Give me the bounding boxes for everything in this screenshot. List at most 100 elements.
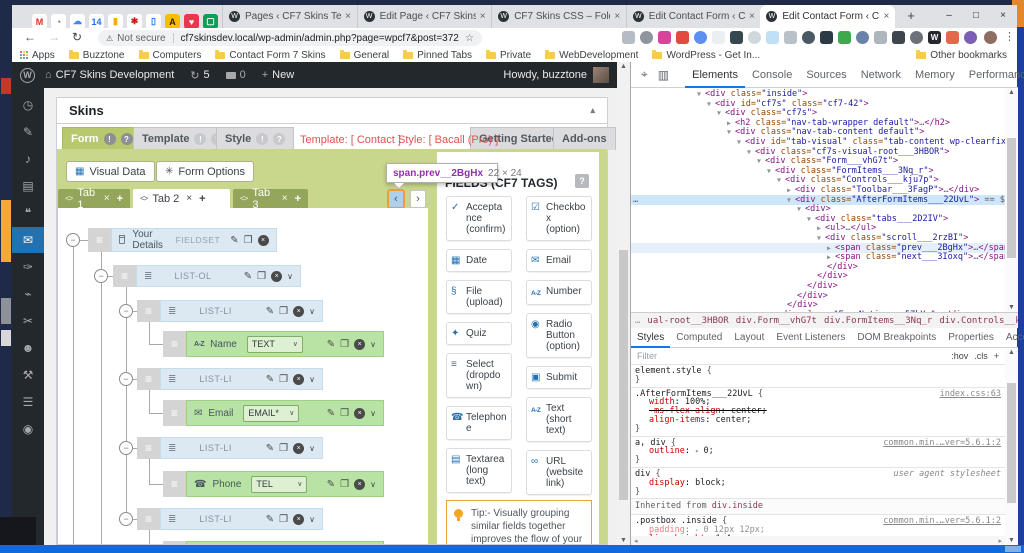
duplicate-icon[interactable]: ❐: [244, 235, 253, 246]
pinned-tab-analytics-icon[interactable]: ▮: [108, 14, 123, 29]
gray-grid-icon[interactable]: [784, 31, 797, 44]
not-secure-label[interactable]: Not secure: [117, 33, 165, 44]
badge-?[interactable]: ?: [273, 133, 285, 145]
dark-ring-icon[interactable]: [910, 31, 923, 44]
sidebar-item-posts[interactable]: ✎: [12, 119, 44, 145]
duplicate-icon[interactable]: ❐: [257, 271, 266, 282]
red-extension-icon[interactable]: [676, 31, 689, 44]
list-bar[interactable]: ≣LIST-OL✎❐×∨: [136, 265, 301, 287]
field-bar[interactable]: A-ZNameTEXT∨✎❐×∨: [186, 331, 384, 357]
devtools-tab-elements[interactable]: Elements: [685, 62, 745, 88]
sidebar-item-plugins[interactable]: ⌁: [12, 281, 44, 307]
eyedropper-icon[interactable]: [820, 31, 833, 44]
field-button-checkbox[interactable]: ☑Checkbox (option): [526, 196, 592, 241]
field-button-submit[interactable]: ▣Submit: [526, 366, 592, 389]
clock-ext-icon[interactable]: [892, 31, 905, 44]
admin-bar-account[interactable]: Howdy, buzztone: [503, 67, 617, 83]
pinned-tab-heart-app-icon[interactable]: ♥: [184, 14, 199, 29]
drag-handle[interactable]: ≡: [137, 300, 160, 322]
blue-panel-icon[interactable]: [694, 31, 707, 44]
field-button-select[interactable]: ≡Select (dropdown): [446, 353, 512, 398]
field-button-quiz[interactable]: ✦Quiz: [446, 322, 512, 345]
badge-![interactable]: !: [194, 133, 206, 145]
drag-handle[interactable]: ≡: [163, 331, 186, 357]
tree-row[interactable]: ≡≣LIST-LI✎❐×∨: [137, 437, 323, 459]
field-button-telephone[interactable]: ☎Telephone: [446, 406, 512, 440]
field-button-text[interactable]: A-ZText (short text): [526, 397, 592, 442]
tree-row[interactable]: ≡≣LIST-LI✎❐×∨: [137, 300, 323, 322]
sidebar-item-settings[interactable]: ☰: [12, 389, 44, 415]
filter-input[interactable]: [637, 351, 951, 361]
forward-button[interactable]: →: [48, 30, 60, 44]
privacy-shield-icon[interactable]: [622, 31, 635, 44]
dom-node-line[interactable]: ▶<h2 class="nav-tab-wrapper default">…</…: [631, 118, 1005, 128]
stylesheet-link[interactable]: common.min.…ver=5.6.1:2: [883, 517, 1001, 526]
sidebar-item-media[interactable]: ♪: [12, 146, 44, 172]
styles-hscrollbar[interactable]: ◂▸: [631, 536, 1005, 545]
tab-add-icon[interactable]: +: [117, 193, 123, 205]
devtools-tab-memory[interactable]: Memory: [908, 62, 962, 88]
duplicate-icon[interactable]: ❐: [340, 408, 349, 419]
edit-icon[interactable]: ✎: [266, 443, 274, 454]
styles-tab-styles[interactable]: Styles: [631, 328, 670, 348]
collapse-node[interactable]: −: [119, 372, 133, 386]
styles-tab-layout[interactable]: Layout: [728, 328, 770, 348]
close-button[interactable]: ×: [994, 8, 1012, 24]
other-bookmarks[interactable]: Other bookmarks: [916, 50, 1007, 61]
green-frame-icon[interactable]: [838, 31, 851, 44]
drag-handle[interactable]: ≡: [137, 368, 160, 390]
list-bar[interactable]: ≣LIST-LI✎❐×∨: [160, 300, 323, 322]
tree-row[interactable]: ≡≣LIST-LI✎❐×∨: [137, 368, 323, 390]
snowflake-icon[interactable]: [766, 31, 779, 44]
gray-ring-icon[interactable]: [748, 31, 761, 44]
badge-?[interactable]: ?: [121, 133, 133, 145]
chevron-down-icon[interactable]: ∨: [370, 409, 376, 418]
dom-node-line[interactable]: ▼<div class="cf7s-visual-root___3HBOR">: [631, 147, 1005, 157]
field-button-date[interactable]: ▦Date: [446, 249, 512, 272]
collapse-node[interactable]: −: [66, 233, 80, 247]
sidebar-item-dashboard[interactable]: ◷: [12, 92, 44, 118]
pinned-tab-gmail-icon[interactable]: M: [32, 14, 47, 29]
maximize-button[interactable]: □: [967, 8, 985, 24]
styles-toggle-hov[interactable]: :hov: [951, 351, 968, 361]
dom-node-line[interactable]: ▼<div class="nav-tab-content default">: [631, 127, 1005, 137]
stylesheet-link[interactable]: user agent stylesheet: [894, 470, 1001, 479]
tab-form[interactable]: Form!?: [62, 127, 142, 150]
magnifier-icon[interactable]: [712, 31, 725, 44]
list-bar[interactable]: ≣LIST-LI✎❐×∨: [160, 368, 323, 390]
tree-row[interactable]: ≡Your DetailsFIELDSET✎❐×: [88, 228, 268, 252]
chevron-down-icon[interactable]: ∨: [309, 307, 315, 316]
bookmark-folder[interactable]: General: [340, 50, 390, 61]
edit-icon[interactable]: ✎: [244, 271, 252, 282]
pinned-tab-calendar-icon[interactable]: 14: [89, 14, 104, 29]
tabs-next-button[interactable]: ›: [410, 190, 426, 208]
sidebar-item-appearance[interactable]: ✑: [12, 254, 44, 280]
page-scrollbar[interactable]: ▲ ▼: [617, 62, 630, 545]
list-bar[interactable]: ≣LIST-LI✎❐×∨: [160, 508, 323, 530]
pinned-tab-cloud-app-icon[interactable]: ☁: [70, 14, 85, 29]
tab-style[interactable]: Style!?: [216, 127, 294, 150]
dom-node-line[interactable]: ▼<div class="cf7s">: [631, 108, 1005, 118]
delete-icon[interactable]: ×: [293, 443, 304, 454]
form-options-button[interactable]: ✳ Form Options: [156, 161, 254, 182]
orange-clock-icon[interactable]: [946, 31, 959, 44]
delete-icon[interactable]: ×: [293, 306, 304, 317]
field-bar[interactable]: ✉EmailEMAIL*∨✎❐×∨: [186, 400, 384, 426]
tab-close-icon[interactable]: ×: [480, 11, 486, 22]
collapse-node[interactable]: −: [119, 512, 133, 526]
drag-handle[interactable]: ≡: [163, 400, 186, 426]
bookmark-folder[interactable]: WordPress - Get In...: [652, 50, 760, 61]
admin-bar-updates[interactable]: ↻ 5: [190, 69, 209, 82]
tree-row[interactable]: ≡≣LIST-LI✎❐×∨: [137, 508, 323, 530]
dom-node-line[interactable]: </div>: [631, 271, 1005, 281]
pinned-tab-amber-a-icon[interactable]: A: [165, 14, 180, 29]
dom-node-line[interactable]: ▼<div id="cf7s" class="cf7-42">: [631, 99, 1005, 109]
dom-node-line[interactable]: </div>: [631, 262, 1005, 272]
tab-close-icon[interactable]: ×: [282, 193, 288, 204]
admin-bar-new[interactable]: +New: [262, 69, 294, 81]
sidebar-item-contact[interactable]: ✉: [12, 227, 44, 253]
drag-handle[interactable]: ≡: [113, 265, 136, 287]
breadcrumb-item[interactable]: div.Controls__kju7p: [939, 316, 1018, 326]
devtools-tab-console[interactable]: Console: [745, 62, 799, 88]
styles-tab-dom-breakpoints[interactable]: DOM Breakpoints: [851, 328, 942, 348]
